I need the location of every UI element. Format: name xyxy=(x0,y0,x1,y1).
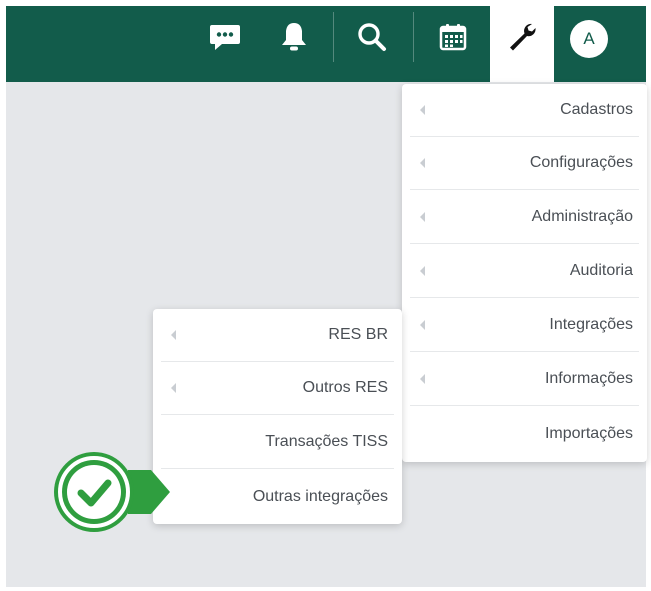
avatar-letter: A xyxy=(583,29,595,48)
submenu-caret-icon xyxy=(171,383,176,393)
submenu-caret-icon xyxy=(420,212,425,222)
submenu-item-transacoes-tiss[interactable]: Transações TISS xyxy=(161,416,394,469)
menu-item-label: Outros RES xyxy=(302,379,388,396)
user-avatar[interactable]: A xyxy=(570,20,608,58)
submenu-caret-icon xyxy=(420,374,425,384)
menu-item-configuracoes[interactable]: Configurações xyxy=(410,137,639,190)
menu-item-label: Cadastros xyxy=(560,101,633,118)
toolbar-separator xyxy=(333,12,334,62)
menu-item-label: Integrações xyxy=(549,316,633,333)
menu-item-label: Informações xyxy=(544,370,633,387)
submenu-caret-icon xyxy=(420,266,425,276)
menu-item-label: Auditoria xyxy=(569,262,633,279)
tools-dropdown-menu: Cadastros Configurações Administração Au… xyxy=(402,84,647,462)
menu-item-label: Transações TISS xyxy=(265,433,388,450)
menu-item-label: Outras integrações xyxy=(252,487,388,505)
submenu-item-outros-res[interactable]: Outros RES xyxy=(161,362,394,415)
menu-item-label: Importações xyxy=(544,424,633,442)
menu-item-label: RES BR xyxy=(328,326,388,343)
highlight-callout xyxy=(54,452,170,532)
toolbar-separator xyxy=(413,12,414,62)
submenu-item-outras-integracoes[interactable]: Outras integrações xyxy=(161,470,394,523)
menu-item-administracao[interactable]: Administração xyxy=(410,191,639,244)
submenu-caret-icon xyxy=(171,330,176,340)
menu-item-auditoria[interactable]: Auditoria xyxy=(410,245,639,298)
submenu-item-res-br[interactable]: RES BR xyxy=(161,309,394,362)
chat-icon[interactable] xyxy=(203,6,247,68)
menu-item-integracoes[interactable]: Integrações xyxy=(410,299,639,352)
menu-item-importacoes[interactable]: Importações xyxy=(410,407,639,460)
menu-item-cadastros[interactable]: Cadastros xyxy=(410,84,639,137)
bell-icon[interactable] xyxy=(274,6,314,68)
submenu-caret-icon xyxy=(420,320,425,330)
menu-item-label: Administração xyxy=(531,208,633,225)
submenu-caret-icon xyxy=(420,105,425,115)
submenu-caret-icon xyxy=(420,158,425,168)
wrench-icon[interactable] xyxy=(496,6,548,68)
menu-item-label: Configurações xyxy=(529,154,633,171)
menu-item-informacoes[interactable]: Informações xyxy=(410,353,639,406)
calendar-icon[interactable] xyxy=(431,6,475,68)
integracoes-submenu: RES BR Outros RES Transações TISS Outras… xyxy=(153,309,402,524)
search-icon[interactable] xyxy=(350,6,394,68)
